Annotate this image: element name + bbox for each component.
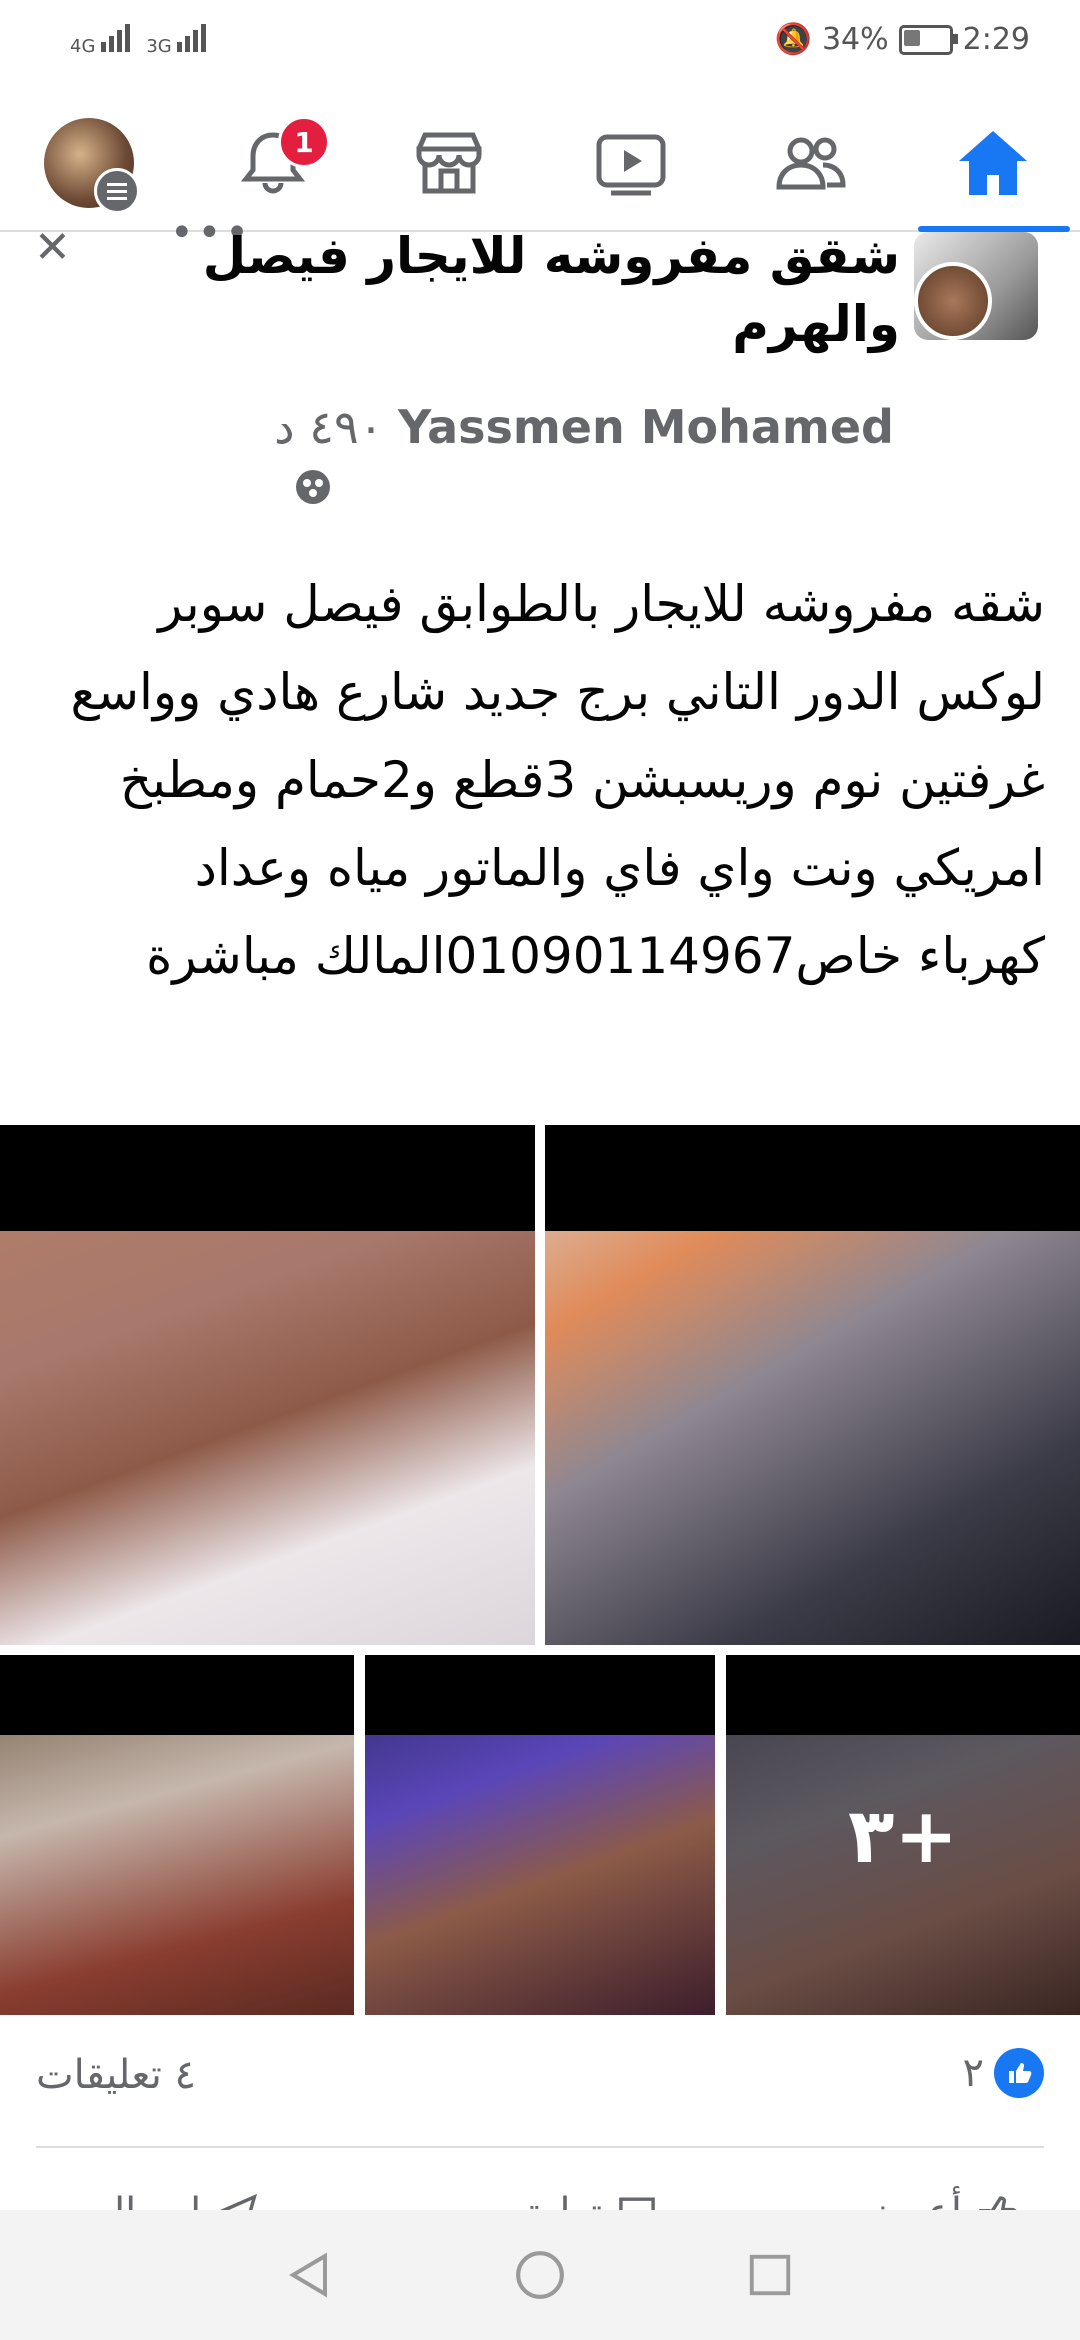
clock: 2:29 xyxy=(962,22,1030,57)
circle-home-icon xyxy=(516,2251,564,2299)
author-avatar[interactable] xyxy=(914,262,992,340)
square-recents-icon xyxy=(749,2254,791,2296)
home-system-button[interactable] xyxy=(480,2210,600,2340)
status-bar: 4G 3G 🔕 34% 2:29 xyxy=(0,0,1080,90)
close-icon[interactable]: ✕ xyxy=(34,222,71,273)
network-indicators: 4G 3G xyxy=(70,22,207,57)
group-privacy-icon xyxy=(296,470,330,504)
comments-count[interactable]: ٤ تعليقات xyxy=(36,2052,196,2098)
notification-badge: 1 xyxy=(278,116,330,168)
home-icon xyxy=(959,130,1027,195)
post-photo-1[interactable] xyxy=(0,1125,535,1645)
group-title[interactable]: شقق مفروشه للايجار فيصل والهرم xyxy=(200,222,900,358)
video-icon xyxy=(596,134,666,195)
home-tab[interactable] xyxy=(938,115,1048,210)
post-body: شقه مفروشه للايجار بالطوابق فيصل سوبر لو… xyxy=(70,575,1045,985)
recents-button[interactable] xyxy=(710,2210,830,2340)
signal-icon xyxy=(101,22,131,52)
reactions-divider xyxy=(36,2146,1044,2148)
mute-icon: 🔕 xyxy=(774,22,812,57)
post-photo-5[interactable]: +٣ xyxy=(726,1655,1080,2015)
back-button[interactable] xyxy=(250,2210,370,2340)
battery-percent: 34% xyxy=(821,22,889,57)
network-label-4g: 4G xyxy=(70,36,96,57)
video-tab[interactable] xyxy=(576,115,686,210)
reactions-summary: ٤ تعليقات ٢ xyxy=(0,2020,1080,2140)
post-time: ٤٩٠ د xyxy=(274,400,384,454)
post-photo-4[interactable] xyxy=(365,1655,715,2015)
more-photos-label[interactable]: +٣ xyxy=(726,1655,1080,2015)
groups-tab[interactable] xyxy=(756,115,866,210)
top-navigation: 1 xyxy=(0,90,1080,232)
post-photo-3[interactable] xyxy=(0,1655,354,2015)
marketplace-tab[interactable] xyxy=(394,115,504,210)
post-meta: Yassmen Mohamed ٤٩٠ د xyxy=(274,400,894,454)
menu-icon[interactable] xyxy=(94,168,140,214)
group-thumbnail[interactable] xyxy=(914,232,1038,340)
author-name[interactable]: Yassmen Mohamed xyxy=(398,400,894,454)
profile-avatar[interactable] xyxy=(44,118,140,214)
groups-icon xyxy=(776,137,846,189)
back-icon xyxy=(289,2252,327,2298)
network-label-3g: 3G xyxy=(146,36,172,57)
battery-icon xyxy=(898,24,958,55)
marketplace-icon xyxy=(416,132,482,193)
system-navigation-bar xyxy=(0,2210,1080,2340)
like-reaction-icon xyxy=(994,2048,1044,2098)
signal-icon-2 xyxy=(177,22,207,52)
likes-count[interactable]: ٢ xyxy=(963,2048,1044,2098)
likes-number: ٢ xyxy=(962,2050,984,2096)
post-photo-2[interactable] xyxy=(545,1125,1080,1645)
